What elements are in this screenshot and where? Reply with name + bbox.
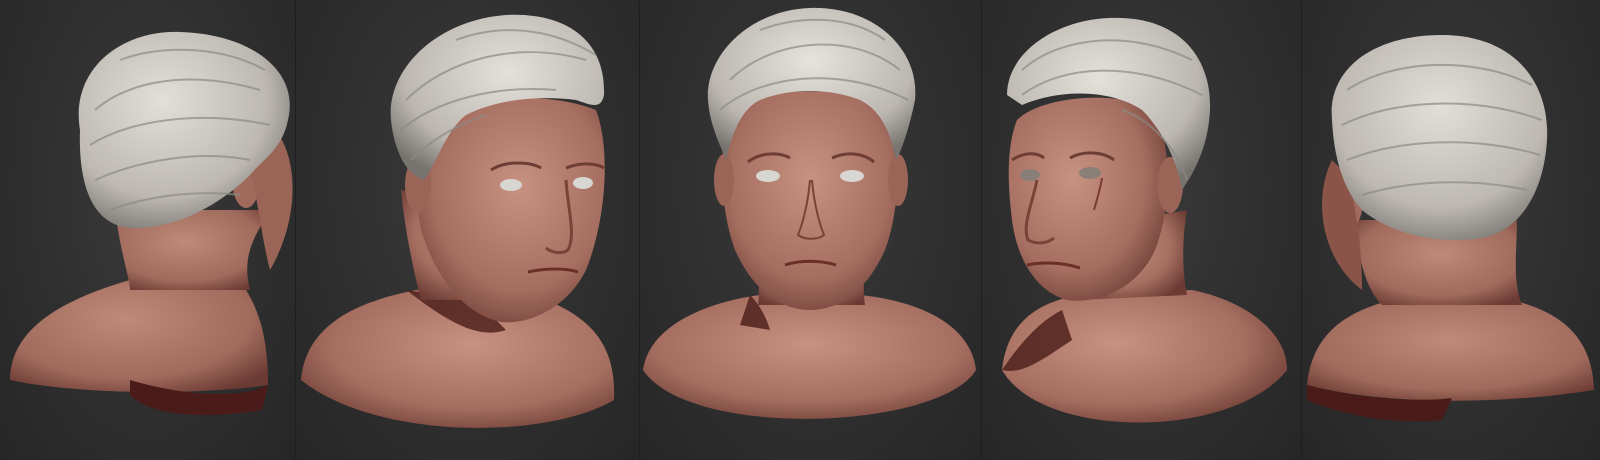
view-back-right <box>1302 0 1600 460</box>
bust-front-render <box>643 7 976 419</box>
view-three-quarter-left <box>296 0 640 460</box>
eye-right <box>1079 167 1101 179</box>
turnaround-sheet <box>0 0 1600 460</box>
bust-back-right-render <box>1307 35 1594 422</box>
bust-three-quarter-left-render <box>301 14 615 428</box>
view-three-quarter-right <box>982 0 1302 460</box>
bust-three-quarter-right-render <box>1002 17 1287 423</box>
eye-right <box>840 170 864 182</box>
view-front <box>640 0 982 460</box>
shoulders <box>1307 300 1594 401</box>
eye-left <box>1020 169 1040 181</box>
eye-right <box>573 177 593 189</box>
ear-left <box>714 154 734 206</box>
eye-left <box>756 170 780 182</box>
shoulders <box>643 295 976 419</box>
eye-left <box>500 179 522 191</box>
bust-back-left-render <box>10 31 293 415</box>
view-back-left <box>0 0 296 460</box>
ear-right <box>888 154 908 206</box>
face <box>722 91 898 310</box>
